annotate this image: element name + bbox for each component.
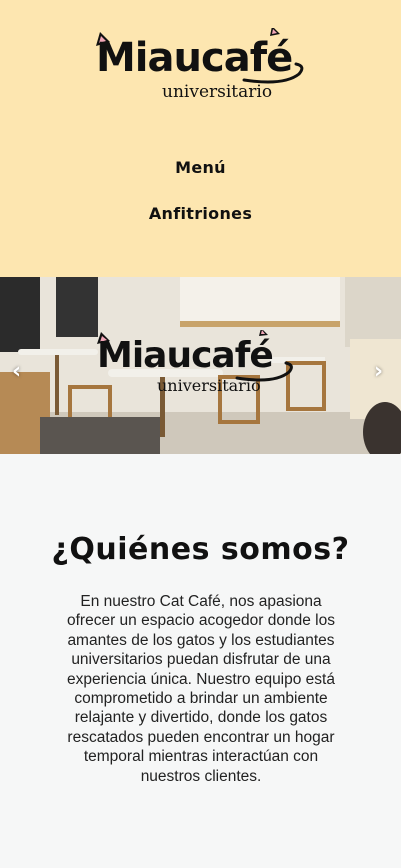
hero-carousel: Miaucafé universitario ‹ › [0,277,401,454]
hero-logo: Miaucafé universitario [97,330,297,400]
carousel-next-button[interactable]: › [374,359,383,384]
carousel-prev-button[interactable]: ‹ [12,359,21,384]
nav-item-menu[interactable]: Menú [0,158,401,177]
about-body: En nuestro Cat Café, nos apasiona ofrece… [67,593,335,785]
about-title: ¿Quiénes somos? [51,532,350,567]
nav-item-anfitriones[interactable]: Anfitriones [0,204,401,223]
site-header: Miaucafé universitario Menú Anfitriones [0,0,401,277]
site-logo[interactable]: Miaucafé universitario [94,28,308,104]
logo-subtitle: universitario [162,82,273,102]
hero-logo-wordmark: Miaucafé [97,335,274,376]
logo-wordmark: Miaucafé [96,35,293,81]
hero-logo-subtitle: universitario [157,376,261,395]
